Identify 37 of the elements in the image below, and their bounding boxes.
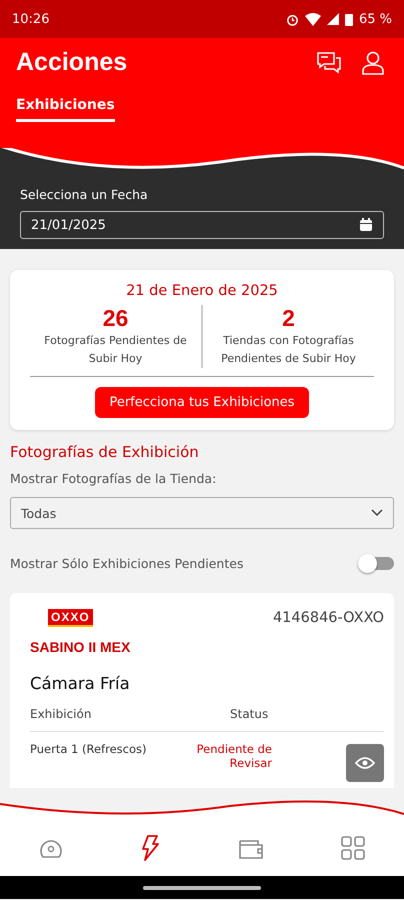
stat-value: 2: [282, 305, 295, 332]
toggle-label: Mostrar Sólo Exhibiciones Pendientes: [10, 556, 244, 570]
summary-date: 21 de Enero de 2025: [126, 283, 278, 299]
section-name: Cámara Fría: [30, 674, 130, 693]
date-field[interactable]: 21/01/2025: [20, 211, 384, 239]
store-dropdown[interactable]: Todas: [10, 497, 394, 529]
calendar-icon[interactable]: [359, 218, 373, 232]
status-text: Pendiente de Revisar: [196, 742, 272, 770]
grid-icon[interactable]: [341, 836, 366, 860]
chevron-down-icon: [371, 509, 383, 517]
exhibition-name: Puerta 1 (Refrescos): [30, 742, 148, 756]
store-logo: OXXO: [48, 609, 93, 627]
battery-level: 65 %: [358, 12, 392, 26]
pending-toggle[interactable]: [358, 553, 394, 573]
battery-icon: [344, 12, 353, 26]
stat-label: Fotografías Pendientes de Subir Hoy: [43, 333, 188, 367]
profile-icon[interactable]: [362, 50, 384, 74]
stat-label: Tiendas con Fotografías Pendientes de Subir Hoy: [220, 333, 357, 367]
tab[interactable]: Exhibiciones: [16, 97, 115, 122]
alarm-icon: [286, 12, 299, 26]
column-header: Exhibición: [30, 707, 92, 721]
section-title: Fotografías de Exhibición: [10, 443, 199, 461]
store-filter-label: Mostrar Fotografías de la Tienda:: [10, 471, 216, 486]
improve-button[interactable]: Perfecciona tus Exhibiciones: [95, 387, 309, 418]
wifi-icon: [304, 12, 321, 26]
date-label: Selecciona un Fecha: [20, 187, 148, 202]
store-name: SABINO II MEX: [30, 639, 130, 655]
store-code: 4146846-OXXO: [272, 610, 384, 626]
page-title: Acciones: [16, 48, 128, 77]
chat-icon[interactable]: [316, 50, 342, 74]
view-button[interactable]: [346, 744, 384, 782]
status-time: 10:26: [12, 12, 50, 26]
column-header: Status: [230, 707, 268, 721]
signal-icon: [326, 13, 339, 25]
stat-value: 26: [102, 305, 128, 332]
eye-icon: [355, 757, 375, 769]
lightning-icon[interactable]: [140, 834, 160, 860]
